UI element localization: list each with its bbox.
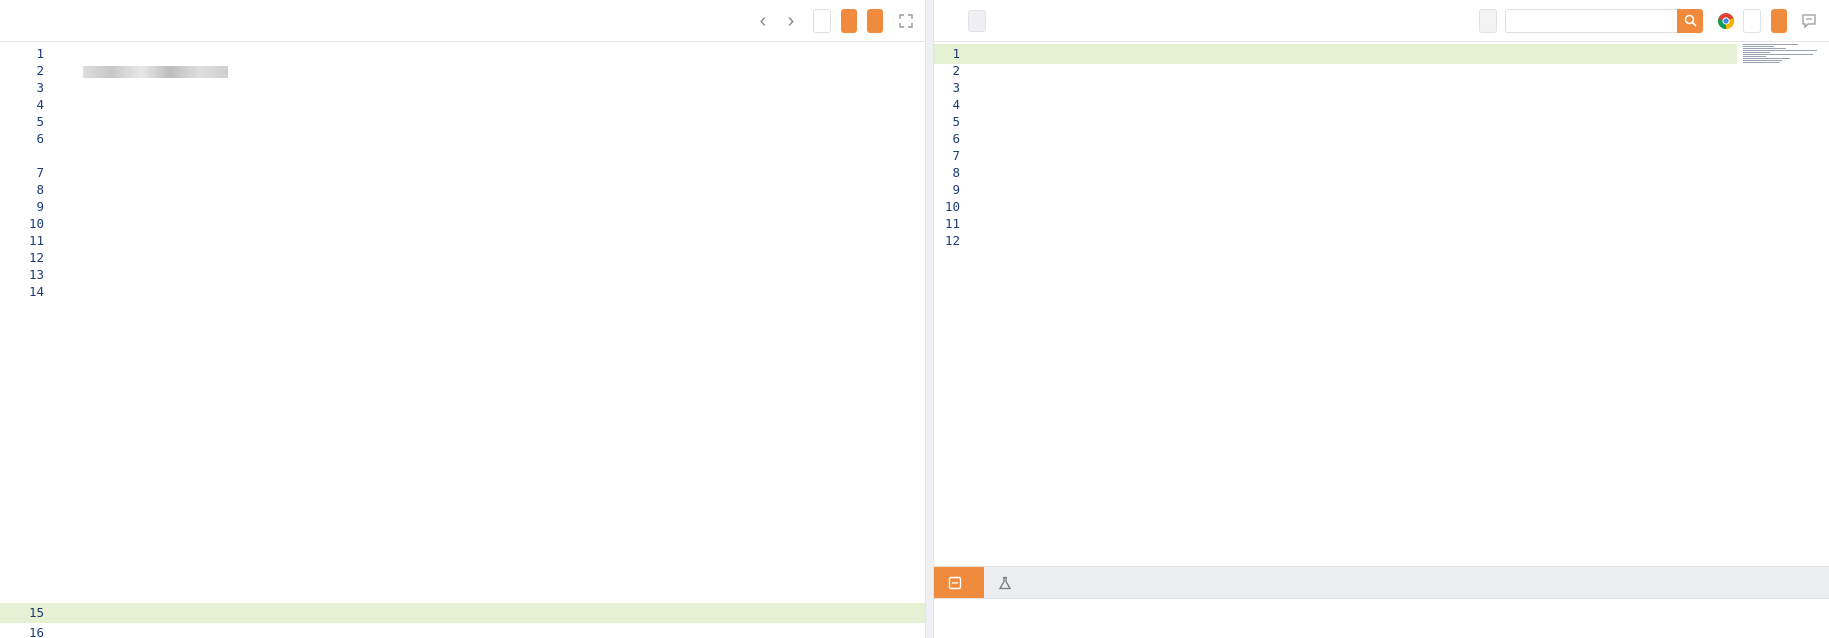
code-line-current: 15: [0, 603, 925, 623]
response-search: [1505, 8, 1703, 33]
hot-load-button[interactable]: [841, 8, 857, 33]
tab-extract[interactable]: [984, 567, 1034, 598]
search-icon: [1684, 14, 1697, 27]
packet-scan-button[interactable]: [813, 8, 831, 33]
build-request-button[interactable]: [867, 8, 883, 33]
response-search-input[interactable]: [1505, 8, 1677, 33]
response-tabbar: [934, 566, 1829, 599]
flask-icon: [998, 576, 1012, 589]
response-toolbar: [934, 0, 1829, 42]
code-line: 16: [0, 623, 925, 638]
line-number: 16: [28, 625, 44, 638]
redacted-host: [82, 65, 228, 78]
panel-divider[interactable]: [925, 0, 934, 638]
chrome-icon[interactable]: [1717, 12, 1735, 30]
search-button[interactable]: [1677, 8, 1703, 33]
response-editor[interactable]: 1 2 3 4 5 6 7 8 9 10 11 12: [934, 42, 1829, 566]
response-panel: 1 2 3 4 5 6 7 8 9 10 11 12: [934, 0, 1829, 638]
request-panel: ‹ › 1 2 3 4 5 6 7 8 9 10 11 12 13 14 15 …: [0, 0, 925, 638]
payload-icon: [948, 576, 962, 589]
beautify-button[interactable]: [1479, 8, 1497, 33]
expand-icon[interactable]: [899, 13, 913, 28]
view-extract-button[interactable]: [1743, 8, 1761, 33]
line-number: 15: [28, 605, 44, 620]
code-line-wrapped: [0, 520, 925, 540]
line-number: 12: [944, 233, 960, 248]
chevron-right-icon[interactable]: ›: [777, 11, 805, 31]
code-line: 12: [934, 231, 1829, 251]
detail-button[interactable]: [1771, 8, 1787, 33]
request-editor[interactable]: 1 2 3 4 5 6 7 8 9 10 11 12 13 14 15 16: [0, 42, 925, 638]
response-size-badge: [968, 9, 986, 32]
tab-payload[interactable]: [934, 567, 984, 598]
chevron-left-icon[interactable]: ‹: [749, 11, 777, 31]
comment-icon[interactable]: [1801, 13, 1817, 29]
request-toolbar: ‹ ›: [0, 0, 925, 42]
